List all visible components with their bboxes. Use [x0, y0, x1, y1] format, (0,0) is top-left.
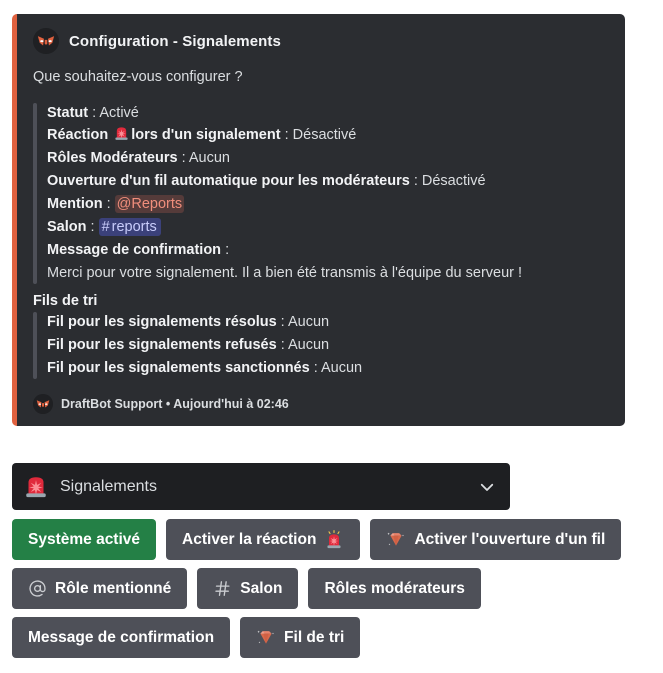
- screenshot-root: Configuration - Signalements Que souhait…: [0, 0, 663, 673]
- systeme-active-button[interactable]: Système activé: [12, 519, 157, 560]
- activer-ouverture-fil-label: Activer l'ouverture d'un fil: [414, 530, 606, 548]
- salon-button[interactable]: Salon: [197, 568, 299, 609]
- field-fil-refuses-key: Fil pour les signalements refusés: [47, 336, 277, 353]
- field-statut: Statut : Activé: [47, 102, 609, 125]
- action-row-3: Message de confirmation Fil de tri: [12, 617, 657, 658]
- field-salon-sep: :: [86, 219, 99, 236]
- field-roles-moderateurs-value: Aucun: [188, 150, 230, 167]
- field-ouverture-fil-key: Ouverture d'un fil automatique pour les …: [47, 173, 410, 190]
- field-salon: Salon : # reports: [47, 216, 609, 239]
- gem-emoji: [257, 630, 274, 644]
- rotating-light-emoji: [327, 529, 341, 548]
- field-roles-moderateurs: Rôles Modérateurs : Aucun: [47, 147, 609, 170]
- channel-mention-pill[interactable]: # reports: [98, 218, 161, 237]
- embed-footer-text: DraftBot Support • Aujourd'hui à 02:46: [61, 396, 289, 411]
- chevron-down-icon[interactable]: [478, 478, 496, 496]
- field-reaction-value: Désactivé: [292, 127, 357, 144]
- field-roles-moderateurs-sep: :: [177, 150, 189, 167]
- systeme-active-label: Système activé: [28, 530, 141, 548]
- field-mention-key: Mention: [47, 196, 103, 213]
- sort-threads-title: Fils de tri: [33, 292, 98, 309]
- at-sign-icon: [29, 580, 46, 597]
- draftbot-fox-avatar-icon: [33, 28, 59, 54]
- message-de-confirmation-label: Message de confirmation: [28, 628, 215, 646]
- role-mention-pill[interactable]: @Reports: [114, 195, 185, 214]
- select-menu-selected-label: Signalements: [60, 477, 157, 495]
- fil-de-tri-button[interactable]: Fil de tri: [240, 617, 361, 658]
- field-statut-value: Activé: [99, 104, 139, 121]
- channel-mention-name: reports: [111, 219, 157, 236]
- field-fil-resolus-sep: :: [276, 313, 288, 330]
- field-reaction-key-before: Réaction: [47, 127, 109, 144]
- field-fil-sanctionnes-key: Fil pour les signalements sanctionnés: [47, 359, 310, 376]
- field-ouverture-fil-value: Désactivé: [421, 173, 486, 190]
- embed-footer: DraftBot Support • Aujourd'hui à 02:46: [33, 393, 609, 414]
- activer-la-reaction-button[interactable]: Activer la réaction: [166, 519, 361, 560]
- action-row-1: Système activé Activer la réaction Activ…: [12, 519, 657, 560]
- roles-moderateurs-label: Rôles modérateurs: [324, 579, 465, 597]
- rotating-light-emoji: [26, 476, 46, 497]
- embed-description: Que souhaitez-vous configurer ?: [33, 69, 243, 85]
- salon-label: Salon: [240, 579, 283, 597]
- confirmation-message-text: Merci pour votre signalement. Il a bien …: [47, 264, 523, 281]
- field-fil-refuses: Fil pour les signalements refusés : Aucu…: [47, 334, 609, 357]
- hash-icon: [215, 581, 230, 596]
- message-de-confirmation-button[interactable]: Message de confirmation: [12, 617, 231, 658]
- field-ouverture-fil-sep: :: [409, 173, 422, 190]
- role-mentionne-button[interactable]: Rôle mentionné: [12, 568, 188, 609]
- field-mention-sep: :: [102, 196, 115, 213]
- action-row-2: Rôle mentionné Salon Rôles modérateurs: [12, 568, 657, 609]
- embed-fields-quote: Statut : Activé Réaction lors d'un signa…: [33, 102, 609, 285]
- field-fil-sanctionnes-value: Aucun: [320, 359, 363, 376]
- field-ouverture-fil: Ouverture d'un fil automatique pour les …: [47, 170, 609, 193]
- draftbot-fox-avatar-icon: [33, 393, 53, 414]
- field-message-confirmation-key: Message de confirmation: [47, 242, 222, 258]
- fil-de-tri-label: Fil de tri: [284, 628, 345, 646]
- field-fil-sanctionnes-sep: :: [309, 359, 321, 376]
- field-reaction: Réaction lors d'un signalement : Désacti…: [47, 124, 609, 147]
- hash-icon: #: [101, 219, 110, 236]
- field-message-confirmation: Message de confirmation :: [47, 239, 609, 262]
- embed-author-name: Configuration - Signalements: [69, 32, 281, 50]
- field-reaction-sep: :: [280, 127, 293, 144]
- field-fil-refuses-sep: :: [276, 336, 288, 353]
- field-fil-sanctionnes: Fil pour les signalements sanctionnés : …: [47, 357, 609, 380]
- action-rows: Système activé Activer la réaction Activ…: [12, 519, 657, 666]
- roles-moderateurs-button[interactable]: Rôles modérateurs: [308, 568, 481, 609]
- field-statut-key: Statut: [47, 104, 89, 121]
- field-statut-sep: :: [88, 104, 100, 121]
- rotating-light-emoji: [115, 127, 128, 141]
- activer-la-reaction-label: Activer la réaction: [182, 530, 317, 548]
- activer-ouverture-fil-button[interactable]: Activer l'ouverture d'un fil: [370, 519, 622, 560]
- field-fil-resolus-key: Fil pour les signalements résolus: [47, 313, 277, 330]
- field-message-confirmation-sep: :: [221, 242, 230, 258]
- role-mentionne-label: Rôle mentionné: [55, 579, 172, 597]
- field-reaction-key-after: lors d'un signalement: [131, 127, 281, 144]
- field-fil-refuses-value: Aucun: [287, 336, 330, 353]
- field-roles-moderateurs-key: Rôles Modérateurs: [47, 150, 178, 167]
- field-salon-key: Salon: [47, 219, 87, 236]
- select-menu-signalements[interactable]: Signalements: [12, 463, 510, 510]
- gem-emoji: [387, 532, 405, 546]
- field-mention: Mention : @Reports: [47, 193, 609, 216]
- field-fil-resolus-value: Aucun: [287, 313, 330, 330]
- field-fil-resolus: Fil pour les signalements résolus : Aucu…: [47, 311, 609, 334]
- embed-author: Configuration - Signalements: [33, 28, 609, 54]
- sort-threads-quote: Fil pour les signalements résolus : Aucu…: [33, 311, 609, 380]
- discord-embed: Configuration - Signalements Que souhait…: [12, 14, 625, 426]
